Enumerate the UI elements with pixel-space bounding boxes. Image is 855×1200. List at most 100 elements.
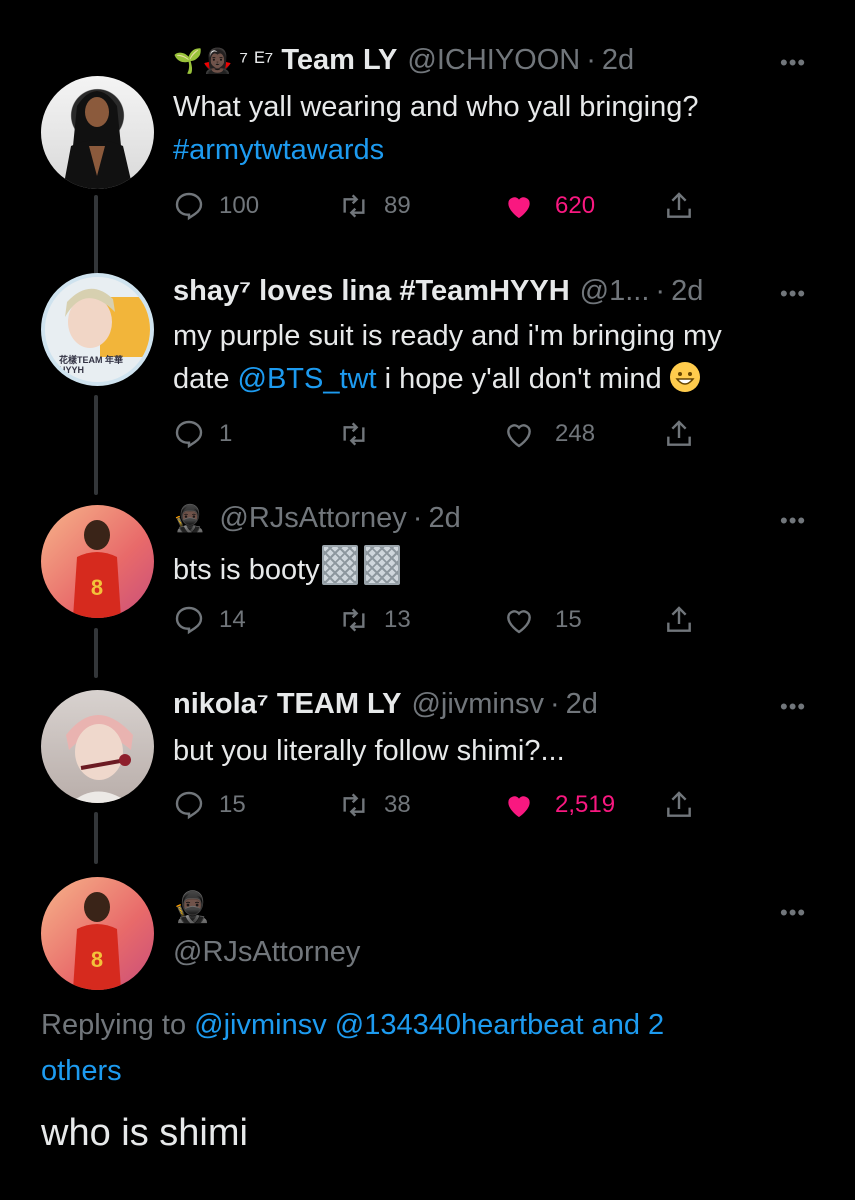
share-icon [667, 606, 691, 632]
emoji-prefix: 🌱🧛🏿‍♀️ ⁷ ᴱ⁷ [173, 48, 274, 75]
reply-button[interactable]: 14 [173, 600, 246, 640]
like-count: 248 [555, 420, 596, 447]
reply-count: 1 [219, 420, 233, 447]
separator-dot: · [586, 44, 596, 76]
share-button[interactable] [663, 414, 695, 454]
reply-icon [175, 606, 203, 635]
text-fragment: i hope y'all don't mind [376, 363, 662, 395]
retweet-button[interactable]: 89 [338, 186, 411, 226]
tweet-header: nikola⁷ TEAM LY @jivminsv · 2d [173, 688, 598, 721]
retweet-count: 13 [384, 606, 411, 633]
tweet-text: but you literally follow shimi?... [173, 730, 565, 773]
heart-icon [507, 424, 531, 448]
reply-count: 14 [219, 606, 246, 633]
replying-links[interactable]: @jivminsv @134340heartbeat and 2 [194, 1009, 664, 1041]
text-line: date @BTS_twt i hope y'all don't mind [173, 358, 722, 401]
like-button[interactable]: 15 [503, 600, 582, 640]
handle[interactable]: @RJsAttorney [173, 936, 360, 969]
avatar[interactable]: 花樣TEAM 年華HYYH [41, 273, 154, 386]
share-icon [667, 791, 691, 817]
tweet-header: shay⁷ loves lina #TeamHYYH @1... · 2d [173, 275, 703, 308]
retweet-button[interactable]: 38 [338, 785, 411, 825]
retweet-button[interactable]: 13 [338, 600, 411, 640]
like-count: 620 [555, 192, 596, 219]
text-line: What yall wearing and who yall bringing? [173, 91, 699, 123]
separator-dot: · [550, 688, 560, 720]
share-button[interactable] [663, 186, 695, 226]
reply-button[interactable]: 100 [173, 186, 259, 226]
more-icon[interactable]: ••• [780, 508, 806, 534]
ninja-emoji-icon: 🥷🏿 [173, 891, 211, 924]
avatar[interactable] [41, 690, 154, 803]
share-icon [667, 420, 691, 446]
display-name[interactable]: shay⁷ loves lina #TeamHYYH [173, 275, 570, 308]
reply-icon [175, 420, 203, 449]
thread-line [94, 395, 98, 495]
hashtag-link[interactable]: #armytwtawards [173, 129, 699, 172]
handle[interactable]: @jivminsv [411, 688, 544, 721]
handle[interactable]: @RJsAttorney [219, 502, 406, 535]
timestamp[interactable]: 2d [602, 44, 634, 77]
retweet-icon [343, 793, 365, 817]
avatar[interactable]: 8 [41, 505, 154, 618]
reply-button[interactable]: 1 [173, 414, 232, 454]
handle[interactable]: @ICHIYOON [407, 44, 580, 77]
grinning-emoji-icon [669, 362, 700, 392]
heart-filled-icon [508, 197, 530, 218]
more-icon[interactable]: ••• [780, 694, 806, 720]
replying-to: Replying to @jivminsv @134340heartbeat a… [41, 1002, 801, 1094]
more-icon[interactable]: ••• [780, 50, 806, 76]
timestamp[interactable]: 2d [428, 502, 460, 535]
like-button[interactable]: 248 [503, 414, 595, 454]
more-icon[interactable]: ••• [780, 281, 806, 307]
share-icon [667, 192, 691, 218]
action-bar: 1 248 [173, 414, 733, 454]
svg-text:8: 8 [91, 947, 103, 972]
separator-dot: · [412, 502, 423, 534]
action-bar: 100 89 620 [173, 186, 733, 226]
retweet-count: 38 [384, 791, 411, 818]
timestamp[interactable]: 2d [566, 688, 598, 721]
retweet-count: 89 [384, 192, 411, 219]
text-line: my purple suit is ready and i'm bringing… [173, 320, 722, 352]
thread-line [94, 195, 98, 275]
reply-icon [175, 791, 203, 820]
avatar[interactable] [41, 76, 154, 189]
tweet-text: bts is booty [173, 545, 400, 592]
like-button[interactable]: 620 [503, 186, 595, 226]
tweet-text: What yall wearing and who yall bringing?… [173, 86, 699, 172]
text-line: but you literally follow shimi?... [173, 735, 565, 767]
retweet-icon [343, 194, 365, 218]
tweet-text: my purple suit is ready and i'm bringing… [173, 315, 722, 401]
reply-button[interactable]: 15 [173, 785, 246, 825]
more-icon[interactable]: ••• [780, 900, 806, 926]
display-name[interactable]: nikola⁷ TEAM LY [173, 688, 401, 721]
like-button[interactable]: 2,519 [503, 785, 615, 825]
thread-line [94, 628, 98, 678]
wastebasket-emoji-icon [363, 545, 400, 585]
tweet-header: 🥷🏿 @RJsAttorney · 2d [173, 502, 461, 535]
tweet-text: who is shimi [41, 1112, 248, 1154]
like-count: 2,519 [555, 791, 616, 818]
heart-icon [507, 610, 531, 634]
separator-dot: · [655, 275, 666, 307]
svg-text:8: 8 [91, 575, 103, 600]
retweet-icon [343, 608, 365, 632]
reply-count: 100 [219, 192, 260, 219]
handle[interactable]: @1... [580, 275, 650, 308]
mention-link[interactable]: @BTS_twt [238, 363, 377, 395]
share-button[interactable] [663, 785, 695, 825]
timestamp[interactable]: 2d [671, 275, 703, 308]
ninja-emoji-icon: 🥷🏿 [173, 503, 206, 533]
like-count: 15 [555, 606, 582, 633]
replying-label: Replying to [41, 1009, 187, 1041]
display-name[interactable]: Team LY [281, 44, 397, 77]
share-button[interactable] [663, 600, 695, 640]
reply-count: 15 [219, 791, 246, 818]
thread-line [94, 812, 98, 864]
avatar[interactable]: 8 [41, 877, 154, 990]
replying-others-link[interactable]: others [41, 1055, 122, 1087]
retweet-button[interactable] [338, 414, 384, 454]
wastebasket-emoji-icon [321, 545, 358, 585]
action-bar: 15 38 2,519 [173, 785, 733, 825]
